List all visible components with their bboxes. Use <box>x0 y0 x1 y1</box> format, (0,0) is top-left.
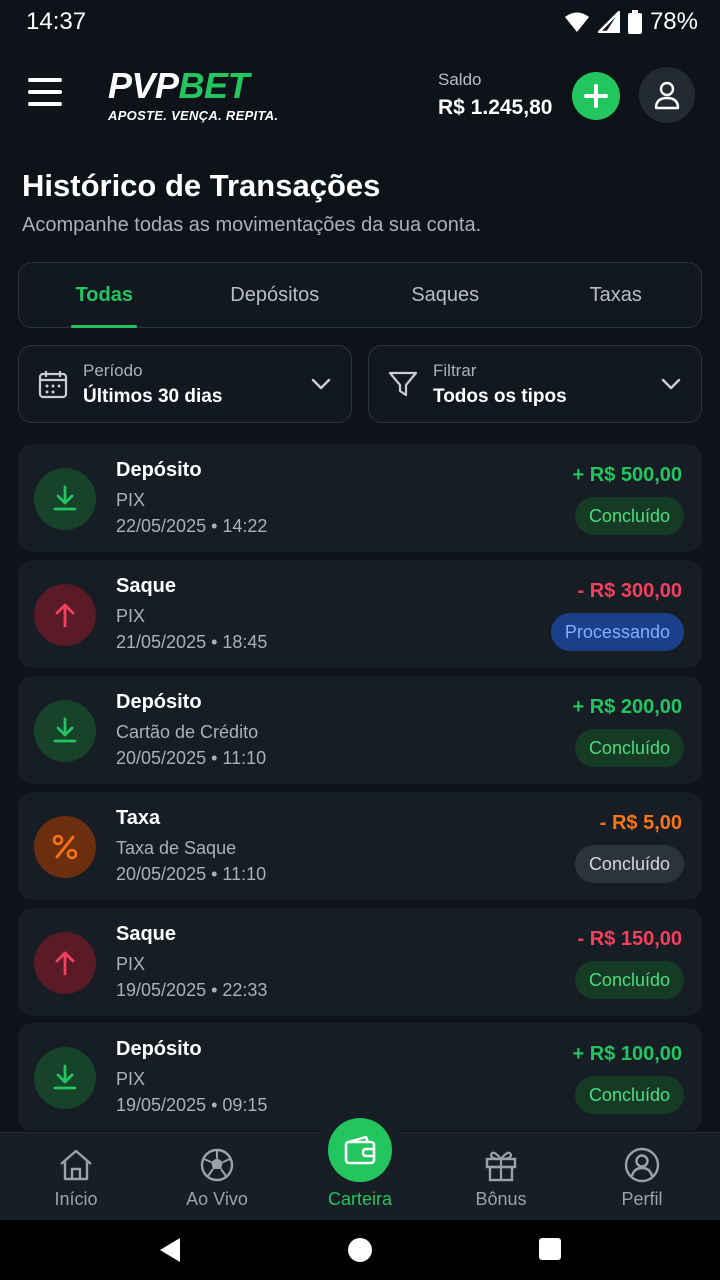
nav-ao-vivo[interactable]: Ao Vivo <box>157 1133 277 1221</box>
battery-percent: 78% <box>649 8 698 35</box>
nav-label: Ao Vivo <box>186 1189 248 1209</box>
logo-bet: BET <box>178 65 250 106</box>
back-icon[interactable] <box>158 1237 182 1263</box>
nav-label: Início <box>54 1189 98 1209</box>
status-badge: Concluído <box>574 497 684 535</box>
user-icon <box>582 1145 702 1185</box>
transaction-title: Depósito <box>116 459 202 481</box>
home-circle-icon[interactable] <box>347 1237 373 1263</box>
transaction-method: PIX <box>116 490 146 510</box>
type-filter-dropdown[interactable]: Filtrar Todos os tipos <box>368 345 702 423</box>
transaction-date: 21/05/2025 • 18:45 <box>116 632 268 652</box>
transaction-row[interactable]: Depósito Cartão de Crédito 20/05/2025 • … <box>18 676 702 784</box>
tab-todas[interactable]: Todas <box>19 263 190 327</box>
wifi-icon <box>564 12 589 32</box>
period-dropdown[interactable]: Período Últimos 30 dias <box>18 345 352 423</box>
nav-label: Bônus <box>475 1189 527 1209</box>
recents-icon[interactable] <box>538 1237 562 1261</box>
transaction-row[interactable]: Saque PIX 19/05/2025 • 22:33 - R$ 150,00… <box>18 908 702 1016</box>
calendar-icon <box>37 368 69 400</box>
transaction-amount: - R$ 300,00 <box>577 580 682 602</box>
transaction-amount: + R$ 100,00 <box>572 1043 682 1065</box>
period-label: Período <box>83 360 143 380</box>
battery-icon <box>627 10 642 34</box>
transaction-title: Saque <box>116 923 177 945</box>
nav-label: Carteira <box>327 1189 393 1209</box>
status-badge: Concluído <box>574 729 684 767</box>
withdraw-icon <box>34 932 96 994</box>
status-bar: 14:37 78% <box>0 0 720 44</box>
plus-icon <box>584 84 608 108</box>
transaction-method: Taxa de Saque <box>116 838 237 858</box>
soccer-ball-icon <box>157 1145 277 1185</box>
status-badge: Processando <box>550 613 684 651</box>
transaction-row[interactable]: Taxa Taxa de Saque 20/05/2025 • 11:10 - … <box>18 792 702 900</box>
nav-label: Perfil <box>621 1189 663 1209</box>
transaction-date: 22/05/2025 • 14:22 <box>116 516 268 536</box>
deposit-icon <box>34 468 96 530</box>
status-icons: 78% <box>564 8 698 36</box>
home-icon <box>16 1145 136 1185</box>
balance: Saldo R$ 1.245,80 <box>438 70 552 120</box>
balance-label: Saldo <box>438 70 482 89</box>
gift-icon <box>441 1145 561 1185</box>
app-header: PVPBET APOSTE. VENÇA. REPITA. Saldo R$ 1… <box>0 56 720 136</box>
transaction-method: PIX <box>116 954 146 974</box>
transaction-row[interactable]: Depósito PIX 22/05/2025 • 14:22 + R$ 500… <box>18 444 702 552</box>
deposit-icon <box>34 700 96 762</box>
transaction-amount: + R$ 200,00 <box>572 696 682 718</box>
deposit-icon <box>34 1047 96 1109</box>
chevron-down-icon <box>311 378 331 390</box>
signal-icon <box>597 11 620 33</box>
page-subtitle: Acompanhe todas as movimentações da sua … <box>22 214 482 236</box>
tab-taxas[interactable]: Taxas <box>531 263 702 327</box>
filter-label: Filtrar <box>433 360 477 380</box>
status-badge: Concluído <box>574 961 684 999</box>
chevron-down-icon <box>661 378 681 390</box>
period-value: Últimos 30 dias <box>83 385 223 407</box>
transaction-title: Saque <box>116 575 177 597</box>
transaction-method: PIX <box>116 1069 146 1089</box>
transaction-title: Taxa <box>116 807 161 829</box>
transaction-method: PIX <box>116 606 146 626</box>
tab-saques[interactable]: Saques <box>360 263 531 327</box>
wallet-icon <box>344 1135 376 1165</box>
logo: PVPBET APOSTE. VENÇA. REPITA. <box>108 65 279 124</box>
transaction-amount: - R$ 150,00 <box>577 928 682 950</box>
withdraw-icon <box>34 584 96 646</box>
logo-pvp: PVP <box>108 65 179 106</box>
transaction-date: 20/05/2025 • 11:10 <box>116 748 267 768</box>
nav-bonus[interactable]: Bônus <box>441 1133 561 1221</box>
nav-perfil[interactable]: Perfil <box>582 1133 702 1221</box>
status-badge: Concluído <box>574 1076 684 1114</box>
menu-icon[interactable] <box>28 78 68 112</box>
percent-icon <box>34 816 96 878</box>
transaction-date: 19/05/2025 • 09:15 <box>116 1095 268 1115</box>
status-time: 14:37 <box>26 8 87 35</box>
transaction-amount: - R$ 5,00 <box>599 812 682 834</box>
profile-button[interactable] <box>639 67 695 123</box>
system-nav-bar <box>0 1220 720 1280</box>
status-badge: Concluído <box>574 845 684 883</box>
add-funds-button[interactable] <box>572 72 620 120</box>
transaction-date: 19/05/2025 • 22:33 <box>116 980 268 1000</box>
logo-tagline: APOSTE. VENÇA. REPITA. <box>108 108 279 123</box>
transaction-title: Depósito <box>116 691 202 713</box>
filter-icon <box>387 368 419 400</box>
transaction-date: 20/05/2025 • 11:10 <box>116 864 267 884</box>
transaction-row[interactable]: Saque PIX 21/05/2025 • 18:45 - R$ 300,00… <box>18 560 702 668</box>
transaction-method: Cartão de Crédito <box>116 722 259 742</box>
transaction-amount: + R$ 500,00 <box>572 464 682 486</box>
nav-inicio[interactable]: Início <box>16 1133 136 1221</box>
transaction-tabs: Todas Depósitos Saques Taxas <box>18 262 702 328</box>
transaction-title: Depósito <box>116 1038 202 1060</box>
wallet-button[interactable] <box>328 1118 392 1182</box>
filter-value: Todos os tipos <box>433 385 567 407</box>
tab-depositos[interactable]: Depósitos <box>190 263 361 327</box>
user-icon <box>654 81 680 110</box>
page-title: Histórico de Transações <box>22 168 381 203</box>
balance-value: R$ 1.245,80 <box>438 96 553 119</box>
